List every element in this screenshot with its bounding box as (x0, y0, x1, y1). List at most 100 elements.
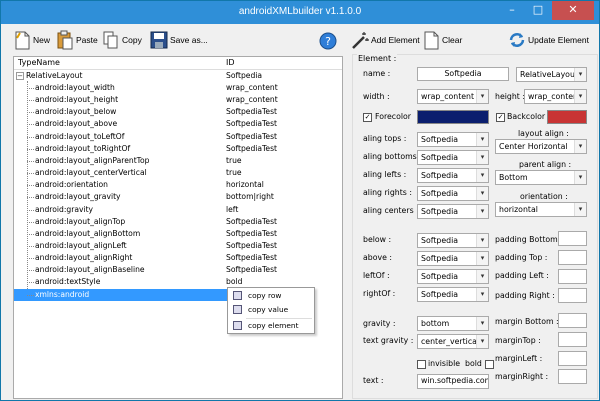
backcolor-checkbox[interactable]: ✓ (496, 113, 505, 122)
forecolor-swatch[interactable] (417, 110, 489, 124)
close-button[interactable]: ✕ (552, 1, 594, 20)
copy-icon (233, 291, 242, 300)
tree-root-row[interactable]: − RelativeLayout Softpedia (14, 70, 342, 82)
width-select[interactable]: wrap_content ▾ (417, 89, 489, 104)
tree-row[interactable]: android:layout_height wrap_content (14, 94, 342, 106)
copy-element-item[interactable]: copy element (228, 319, 314, 333)
help-icon: ? (319, 31, 337, 51)
new-file-icon (13, 30, 31, 50)
margin-right-input[interactable] (558, 369, 587, 384)
col-id[interactable]: ID (226, 58, 235, 67)
parent-align-select[interactable]: Bottom ▾ (495, 170, 587, 185)
text-input[interactable]: win.softpedia.com (417, 374, 489, 389)
paste-button[interactable]: Paste (56, 27, 98, 53)
aling-lefts-select[interactable]: Softpedia ▾ (417, 168, 489, 183)
tree-guide-line (27, 197, 34, 199)
gravity-select[interactable]: bottom ▾ (417, 316, 489, 331)
tree-row[interactable]: android:layout_below SoftpediaTest (14, 106, 342, 118)
tree-guide-line (27, 88, 34, 89)
tree-row-value: true (226, 168, 242, 178)
above-select[interactable]: Softpedia ▾ (417, 251, 489, 266)
aling-rights-select[interactable]: Softpedia ▾ (417, 186, 489, 201)
tree-header: TypeName ID (14, 57, 342, 70)
tree-row[interactable]: android:layout_alignLeft SoftpediaTest (14, 240, 342, 252)
padding-left-input[interactable] (558, 269, 587, 284)
collapse-icon[interactable]: − (16, 72, 24, 80)
add-element-button[interactable]: Add Element (351, 27, 420, 53)
help-button[interactable]: ? (319, 28, 337, 54)
new-button[interactable]: New (13, 27, 50, 53)
chevron-down-icon: ▾ (476, 90, 488, 103)
new-label: New (33, 35, 51, 45)
app-window: androidXMLbuilder v1.1.0.0 – □ ✕ New Pas… (0, 0, 600, 401)
tree-row-name: android:layout_height (35, 95, 119, 105)
padding-top-input[interactable] (558, 250, 587, 265)
parent-align-label: parent align : (519, 160, 572, 169)
margin-bottom-input[interactable] (558, 313, 587, 328)
element-tree[interactable]: TypeName ID − RelativeLayout Softpedia a… (13, 56, 343, 399)
tree-guide-line (27, 173, 34, 175)
tree-row[interactable]: android:layout_alignRight SoftpediaTest (14, 252, 342, 264)
invisible-checkbox[interactable] (417, 360, 426, 369)
rightof-label: rightOf : (363, 289, 396, 298)
padding-right-input[interactable] (558, 288, 587, 303)
chevron-down-icon: ▾ (476, 151, 488, 164)
tree-row[interactable]: android:layout_toLeftOf SoftpediaTest (14, 131, 342, 143)
text-gravity-select[interactable]: center_vertical ▾ (417, 334, 489, 349)
save-as-button[interactable]: Save as... (150, 27, 208, 53)
tree-row[interactable]: android:layout_alignBottom SoftpediaTest (14, 228, 342, 240)
name-input[interactable]: Softpedia (417, 67, 509, 81)
clear-button[interactable]: Clear (422, 27, 462, 53)
copy-value-item[interactable]: copy value (228, 303, 314, 317)
tree-row[interactable]: android:layout_alignBaseline SoftpediaTes… (14, 264, 342, 276)
padding-bottom-input[interactable] (558, 231, 587, 246)
margin-left-input[interactable] (558, 351, 587, 366)
tree-guide-line (27, 209, 34, 211)
orientation-label: orientation : (520, 192, 568, 201)
backcolor-swatch[interactable] (547, 110, 587, 124)
below-select[interactable]: Softpedia ▾ (417, 233, 489, 248)
height-select[interactable]: wrap_content ▾ (524, 89, 587, 104)
tree-row[interactable]: android:layout_alignParentTop true (14, 155, 342, 167)
tree-row[interactable]: android:orientation horizontal (14, 179, 342, 191)
tree-guide-line (27, 294, 34, 296)
above-label: above : (363, 253, 393, 262)
layout-align-select[interactable]: Center Horizontal ▾ (495, 139, 587, 154)
tree-row[interactable]: android:layout_toRightOf SoftpediaTest (14, 143, 342, 155)
minimize-button[interactable]: – (499, 1, 525, 20)
chevron-down-icon: ▾ (476, 205, 488, 218)
chevron-down-icon: ▾ (574, 203, 586, 216)
gravity-label: gravity : (363, 319, 396, 328)
aling-centers-select[interactable]: Softpedia ▾ (417, 204, 489, 219)
update-element-button[interactable]: Update Element (508, 27, 589, 53)
tree-row-value: left (226, 204, 239, 214)
tree-row[interactable]: android:layout_above SoftpediaTest (14, 118, 342, 130)
margin-right-label: marginRight : (495, 372, 549, 381)
aling-centers-label: aling centers : (363, 206, 419, 215)
forecolor-checkbox[interactable]: ✓ (363, 113, 372, 122)
tree-row[interactable]: android:layout_centerVertical true (14, 167, 342, 179)
orientation-select[interactable]: horizontal ▾ (495, 202, 587, 217)
bold-checkbox[interactable] (485, 360, 494, 369)
tree-guide-line (27, 245, 34, 247)
rightof-select[interactable]: Softpedia ▾ (417, 287, 489, 302)
tree-row[interactable]: android:gravity left (14, 204, 342, 216)
col-typename[interactable]: TypeName (18, 58, 60, 67)
maximize-button[interactable]: □ (525, 1, 551, 20)
aling-bottoms-select[interactable]: Softpedia ▾ (417, 150, 489, 165)
tree-row[interactable]: android:layout_alignTop SoftpediaTest (14, 216, 342, 228)
tree-row[interactable]: android:layout_gravity bottom|right (14, 191, 342, 203)
width-label: width : (363, 92, 390, 101)
copy-row-item[interactable]: copy row (228, 289, 314, 303)
chevron-down-icon: ▾ (476, 187, 488, 200)
tree-guide-line (27, 100, 34, 102)
tree-row-name: android:layout_above (35, 119, 118, 129)
aling-tops-select[interactable]: Softpedia ▾ (417, 132, 489, 147)
margin-top-input[interactable] (558, 332, 587, 347)
context-menu: copy row copy value copy element (227, 287, 315, 334)
copy-button[interactable]: Copy (102, 27, 142, 53)
leftof-select[interactable]: Softpedia ▾ (417, 269, 489, 284)
tree-row-name: android:layout_toRightOf (35, 143, 131, 153)
type-select[interactable]: RelativeLayout ▾ (516, 67, 587, 82)
tree-row[interactable]: android:layout_width wrap_content (14, 82, 342, 94)
